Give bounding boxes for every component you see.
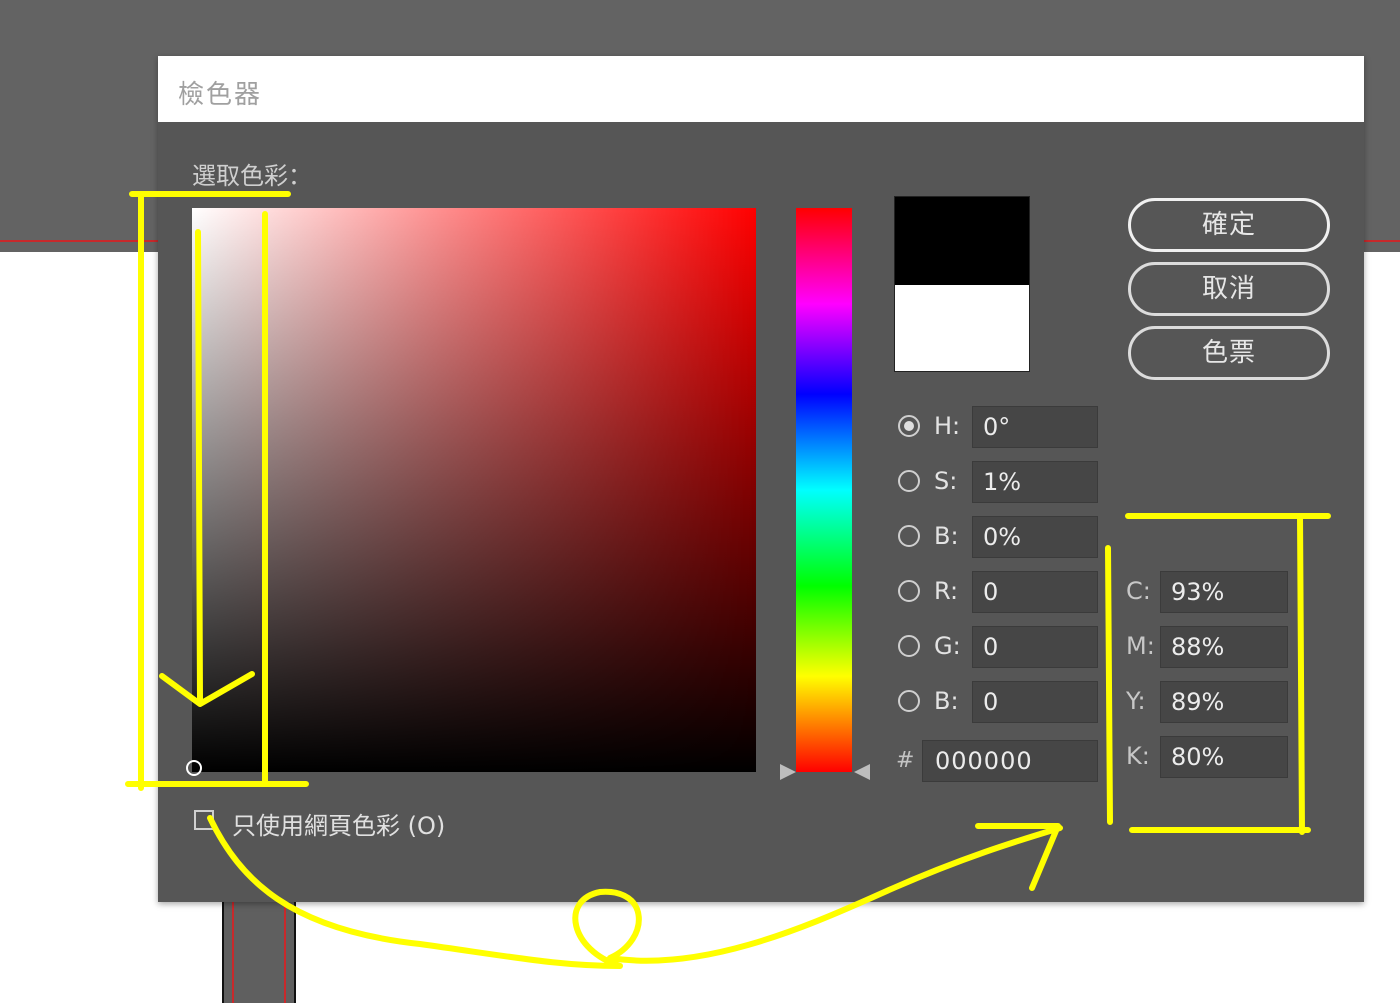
background-column xyxy=(222,900,296,1003)
dialog-title: 檢色器 xyxy=(178,80,263,110)
color-picker-dialog: 檢色器 選取色彩： 確定 取消 色票 H: 0° S: 1% B: 0% R: … xyxy=(158,56,1364,902)
brightness-input[interactable]: 0% xyxy=(972,516,1098,558)
saturation-brightness-field[interactable] xyxy=(186,208,756,776)
hue-slider[interactable] xyxy=(796,208,852,772)
hue-radio[interactable] xyxy=(898,415,920,437)
dialog-titlebar[interactable]: 檢色器 xyxy=(158,56,1364,122)
hue-slider-handle-right[interactable] xyxy=(854,764,870,780)
new-color-swatch xyxy=(895,197,1029,285)
pick-color-label: 選取色彩： xyxy=(192,162,312,190)
ok-button[interactable]: 確定 xyxy=(1128,198,1330,252)
brightness-radio[interactable] xyxy=(898,525,920,547)
blue-row: B: 0 xyxy=(898,681,1108,725)
red-input[interactable]: 0 xyxy=(972,571,1098,613)
cyan-row: C: 93% xyxy=(1126,571,1296,615)
cyan-label: C: xyxy=(1126,577,1151,605)
green-input[interactable]: 0 xyxy=(972,626,1098,668)
hue-label: H: xyxy=(934,412,961,440)
blue-radio[interactable] xyxy=(898,690,920,712)
swatches-button[interactable]: 色票 xyxy=(1128,326,1330,380)
black-input[interactable]: 80% xyxy=(1160,736,1288,778)
magenta-row: M: 88% xyxy=(1126,626,1296,670)
current-color-swatch[interactable] xyxy=(895,285,1029,371)
magenta-label: M: xyxy=(1126,632,1155,660)
hue-row: H: 0° xyxy=(898,406,1108,450)
color-cursor[interactable] xyxy=(186,760,202,776)
green-label: G: xyxy=(934,632,961,660)
red-row: R: 0 xyxy=(898,571,1108,615)
brightness-row: B: 0% xyxy=(898,516,1108,560)
hue-slider-handle-left[interactable] xyxy=(780,764,796,780)
cyan-input[interactable]: 93% xyxy=(1160,571,1288,613)
web-colors-only-label: 只使用網頁色彩 (O) xyxy=(232,812,446,840)
yellow-label: Y: xyxy=(1126,687,1146,715)
yellow-input[interactable]: 89% xyxy=(1160,681,1288,723)
saturation-radio[interactable] xyxy=(898,470,920,492)
black-label: K: xyxy=(1126,742,1150,770)
saturation-row: S: 1% xyxy=(898,461,1108,505)
brightness-label: B: xyxy=(934,522,959,550)
red-label: R: xyxy=(934,577,959,605)
magenta-input[interactable]: 88% xyxy=(1160,626,1288,668)
web-colors-only-checkbox[interactable] xyxy=(194,810,214,830)
blue-label: B: xyxy=(934,687,959,715)
yellow-row: Y: 89% xyxy=(1126,681,1296,725)
hue-input[interactable]: 0° xyxy=(972,406,1098,448)
saturation-input[interactable]: 1% xyxy=(972,461,1098,503)
color-preview xyxy=(894,196,1030,372)
green-row: G: 0 xyxy=(898,626,1108,670)
green-radio[interactable] xyxy=(898,635,920,657)
hex-hash-label: # xyxy=(896,748,915,773)
red-radio[interactable] xyxy=(898,580,920,602)
cancel-button[interactable]: 取消 xyxy=(1128,262,1330,316)
saturation-label: S: xyxy=(934,467,958,495)
black-row: K: 80% xyxy=(1126,736,1296,780)
hex-input[interactable]: 000000 xyxy=(922,740,1098,782)
blue-input[interactable]: 0 xyxy=(972,681,1098,723)
